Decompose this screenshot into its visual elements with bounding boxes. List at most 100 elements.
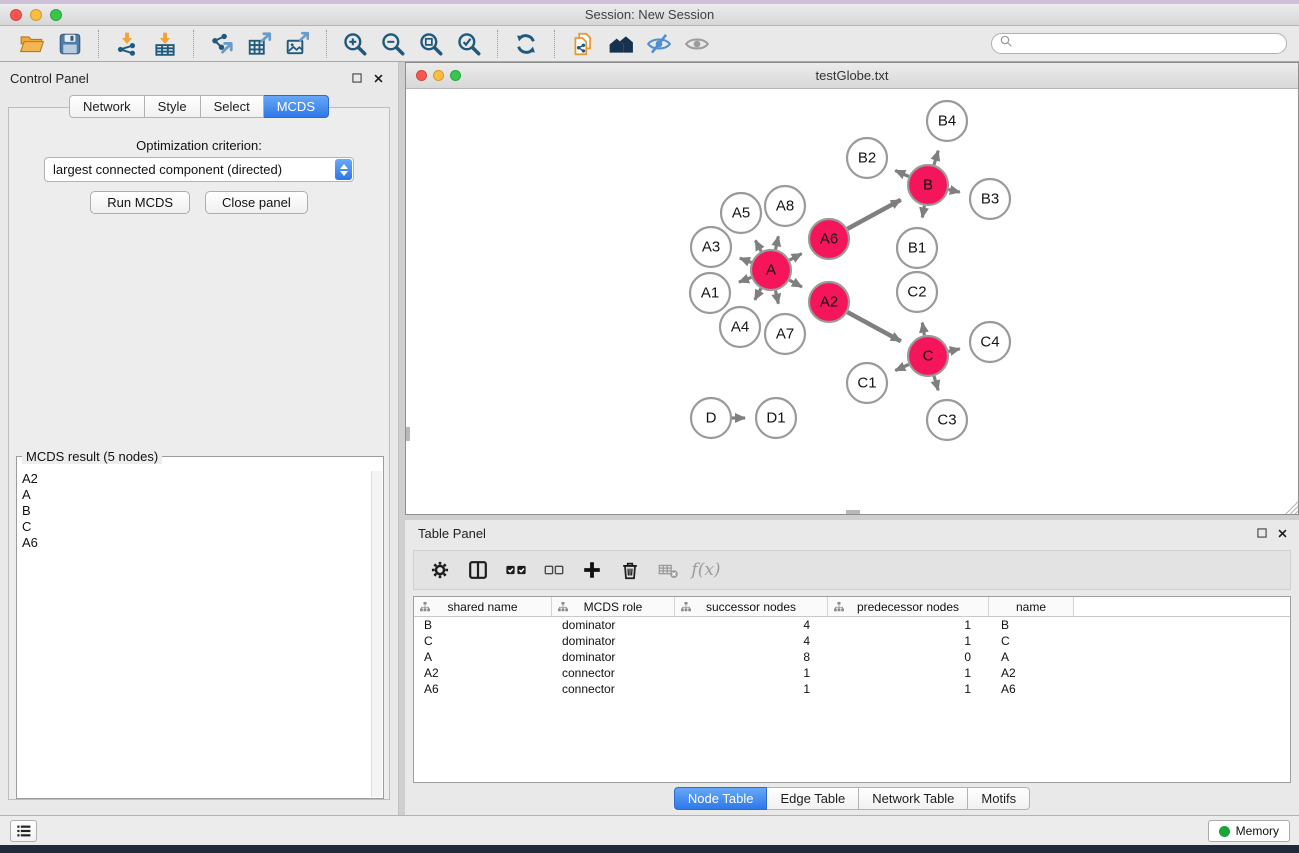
cell-successor-nodes[interactable]: 4	[675, 618, 828, 632]
cell-mcds-role[interactable]: dominator	[552, 634, 675, 648]
trash-button[interactable]	[616, 555, 644, 585]
cell-predecessor-nodes[interactable]: 1	[828, 618, 989, 632]
node-A6[interactable]: A6	[809, 219, 849, 259]
zoom-window-button[interactable]	[50, 9, 62, 21]
node-A3[interactable]: A3	[691, 227, 731, 267]
copy-network-button[interactable]	[564, 29, 602, 59]
result-item-b[interactable]: B	[22, 503, 371, 519]
cell-predecessor-nodes[interactable]: 1	[828, 666, 989, 680]
node-A8[interactable]: A8	[765, 186, 805, 226]
close-table-panel-icon[interactable]	[1274, 525, 1290, 541]
search-box[interactable]	[991, 33, 1287, 54]
refresh-button[interactable]	[507, 29, 545, 59]
cell-successor-nodes[interactable]: 4	[675, 634, 828, 648]
result-item-a2[interactable]: A2	[22, 471, 371, 487]
zoom-selected-button[interactable]	[450, 29, 488, 59]
node-A5[interactable]: A5	[721, 193, 761, 233]
result-scrollbar[interactable]	[371, 471, 382, 797]
node-C1[interactable]: C1	[847, 363, 887, 403]
node-B2[interactable]: B2	[847, 138, 887, 178]
column-layout-button[interactable]	[464, 555, 492, 585]
plus-button[interactable]	[578, 555, 606, 585]
table-row-b[interactable]: Bdominator41B	[414, 617, 1290, 633]
table-row-c[interactable]: Cdominator41C	[414, 633, 1290, 649]
cell-shared-name[interactable]: C	[414, 634, 552, 648]
node-C2[interactable]: C2	[897, 272, 937, 312]
close-window-button[interactable]	[10, 9, 22, 21]
node-C[interactable]: C	[908, 336, 948, 376]
houses-button[interactable]	[602, 29, 640, 59]
tab-node-table[interactable]: Node Table	[674, 787, 768, 810]
node-A[interactable]: A	[751, 250, 791, 290]
network-close-button[interactable]	[416, 70, 427, 81]
vertical-scroll-thumb[interactable]	[406, 427, 410, 441]
node-C4[interactable]: C4	[970, 322, 1010, 362]
run-mcds-button[interactable]: Run MCDS	[90, 191, 190, 214]
cell-name[interactable]: B	[989, 618, 1074, 632]
column-header-predecessor-nodes[interactable]: predecessor nodes	[828, 597, 989, 616]
cell-successor-nodes[interactable]: 1	[675, 666, 828, 680]
cell-name[interactable]: A	[989, 650, 1074, 664]
column-header-successor-nodes[interactable]: successor nodes	[675, 597, 828, 616]
network-minimize-button[interactable]	[433, 70, 444, 81]
column-header-mcds-role[interactable]: MCDS role	[552, 597, 675, 616]
table-row-a2[interactable]: A2connector11A2	[414, 665, 1290, 681]
float-table-panel-icon[interactable]	[1254, 525, 1270, 541]
save-button[interactable]	[51, 29, 89, 59]
export-network-button[interactable]	[203, 29, 241, 59]
gear-button[interactable]	[426, 555, 454, 585]
eye-button[interactable]	[678, 29, 716, 59]
open-folder-button[interactable]	[13, 29, 51, 59]
close-panel-icon[interactable]	[370, 70, 386, 86]
node-B1[interactable]: B1	[897, 228, 937, 268]
result-item-a[interactable]: A	[22, 487, 371, 503]
column-header-name[interactable]: name	[989, 597, 1074, 616]
network-canvas[interactable]: A B C A2 A6 A1 A3 A4 A5 A7 A8 B1 B2 B3B4 C1 C2 C3C4 D D1	[406, 89, 1298, 514]
cell-predecessor-nodes[interactable]: 0	[828, 650, 989, 664]
node-A2[interactable]: A2	[809, 282, 849, 322]
tab-network-table[interactable]: Network Table	[859, 787, 968, 810]
result-item-c[interactable]: C	[22, 519, 371, 535]
cell-shared-name[interactable]: A	[414, 650, 552, 664]
zoom-fit-button[interactable]	[412, 29, 450, 59]
table-row-a[interactable]: Adominator80A	[414, 649, 1290, 665]
float-panel-icon[interactable]	[349, 70, 365, 86]
cell-shared-name[interactable]: A6	[414, 682, 552, 696]
minimize-window-button[interactable]	[30, 9, 42, 21]
cell-shared-name[interactable]: B	[414, 618, 552, 632]
horizontal-scroll-thumb[interactable]	[846, 510, 860, 514]
cell-name[interactable]: A6	[989, 682, 1074, 696]
tab-motifs[interactable]: Motifs	[968, 787, 1030, 810]
cell-predecessor-nodes[interactable]: 1	[828, 634, 989, 648]
tab-select[interactable]: Select	[201, 95, 264, 118]
show-panels-list-button[interactable]	[10, 820, 37, 842]
export-table-button[interactable]	[241, 29, 279, 59]
tab-style[interactable]: Style	[145, 95, 201, 118]
node-B4[interactable]: B4	[927, 101, 967, 141]
eye-slash-button[interactable]	[640, 29, 678, 59]
cell-successor-nodes[interactable]: 8	[675, 650, 828, 664]
node-B3[interactable]: B3	[970, 179, 1010, 219]
column-header-shared-name[interactable]: shared name	[414, 597, 552, 616]
import-network-button[interactable]	[108, 29, 146, 59]
resize-grip-icon[interactable]	[1284, 500, 1298, 514]
export-image-button[interactable]	[279, 29, 317, 59]
cell-mcds-role[interactable]: dominator	[552, 618, 675, 632]
node-B[interactable]: B	[908, 165, 948, 205]
node-D[interactable]: D	[691, 398, 731, 438]
tab-mcds[interactable]: MCDS	[264, 95, 329, 118]
node-D1[interactable]: D1	[756, 398, 796, 438]
node-A1[interactable]: A1	[690, 273, 730, 313]
tab-network[interactable]: Network	[69, 95, 145, 118]
cell-predecessor-nodes[interactable]: 1	[828, 682, 989, 696]
search-input[interactable]	[1017, 37, 1280, 51]
node-A7[interactable]: A7	[765, 314, 805, 354]
close-panel-button[interactable]: Close panel	[205, 191, 308, 214]
node-C3[interactable]: C3	[927, 400, 967, 440]
cell-mcds-role[interactable]: connector	[552, 666, 675, 680]
cell-successor-nodes[interactable]: 1	[675, 682, 828, 696]
memory-button[interactable]: Memory	[1208, 820, 1290, 842]
result-item-a6[interactable]: A6	[22, 535, 371, 551]
node-A4[interactable]: A4	[720, 307, 760, 347]
cell-mcds-role[interactable]: connector	[552, 682, 675, 696]
